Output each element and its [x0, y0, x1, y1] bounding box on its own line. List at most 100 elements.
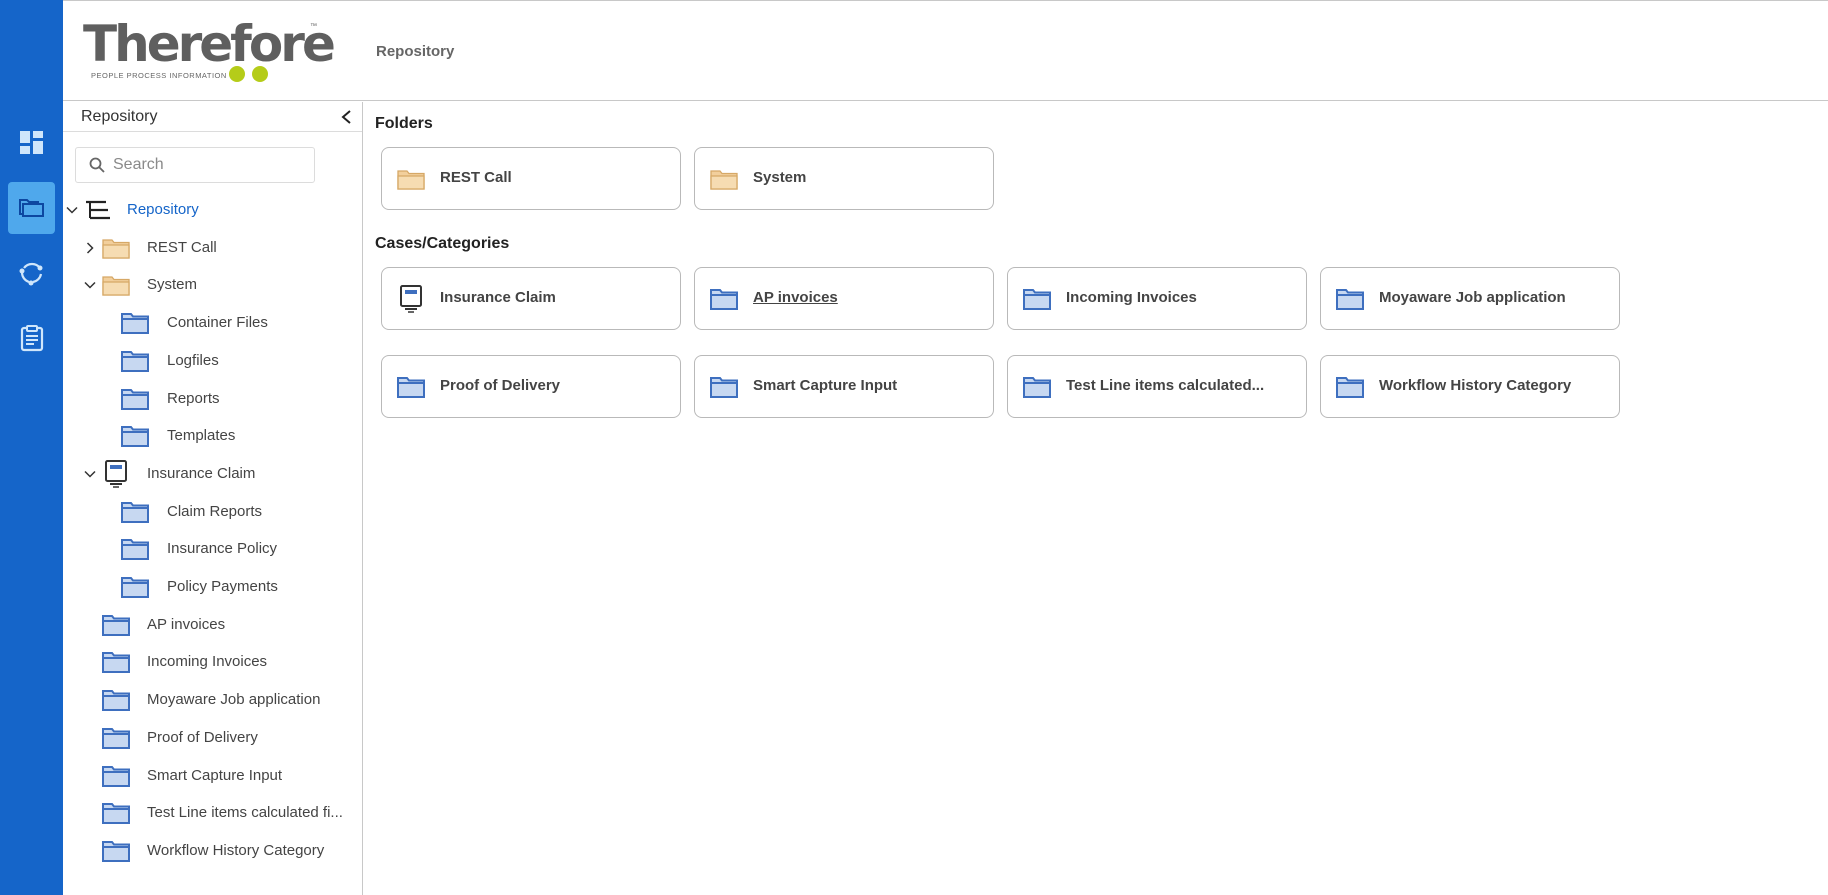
tree-node-label: Proof of Delivery: [147, 728, 258, 746]
tree-node-container-files[interactable]: Container Files: [63, 308, 361, 338]
folder-card[interactable]: REST Call: [381, 147, 681, 210]
tree-node-moyaware-job-application[interactable]: Moyaware Job application: [63, 685, 361, 715]
category-icon: [102, 727, 130, 749]
expand-toggle[interactable]: [83, 278, 97, 292]
folder-icon: [102, 276, 130, 297]
tree-node-label: System: [147, 276, 198, 294]
tree-node-icon: [101, 612, 131, 638]
repository-tree-icon: [86, 200, 110, 220]
tree-node-label: Moyaware Job application: [147, 691, 321, 709]
category-card[interactable]: Proof of Delivery: [381, 355, 681, 418]
tree-node-label: Incoming Invoices: [147, 653, 268, 671]
tree-node-icon: [101, 649, 131, 675]
tree-node-logfiles[interactable]: Logfiles: [63, 346, 361, 376]
category-card-icon: [709, 284, 739, 314]
category-card-label: Incoming Invoices: [1066, 289, 1197, 306]
tree-node-reports[interactable]: Reports: [63, 384, 361, 414]
expand-toggle[interactable]: [65, 203, 79, 217]
category-card-icon: [1335, 372, 1365, 402]
case-icon: [400, 285, 422, 313]
tree-node-policy-payments[interactable]: Policy Payments: [63, 572, 361, 602]
expand-toggle[interactable]: [83, 241, 97, 255]
tree-node-label: Smart Capture Input: [147, 766, 283, 784]
tree-node-icon: [101, 235, 131, 261]
category-icon: [102, 614, 130, 636]
sidebar-title: Repository: [81, 108, 158, 125]
repository-sidebar: Repository Repository REST Call System Cont…: [63, 102, 363, 895]
category-icon: [102, 690, 130, 712]
repository-button[interactable]: [8, 182, 55, 234]
therefore-logo[interactable]: Therefore ™ PEOPLE PROCESS INFORMATION: [83, 15, 336, 85]
category-icon: [710, 289, 738, 310]
category-card[interactable]: AP invoices: [694, 267, 994, 330]
tree-node-icon: [120, 536, 150, 562]
tree-node-icon: [101, 725, 131, 751]
category-card-label: Workflow History Category: [1379, 377, 1572, 394]
category-card-icon: [396, 372, 426, 402]
category-icon: [121, 313, 149, 335]
category-icon: [1023, 377, 1051, 398]
tree-node-incoming-invoices[interactable]: Incoming Invoices: [63, 647, 361, 677]
categories-heading: Cases/Categories: [375, 235, 510, 252]
category-icon: [121, 426, 149, 448]
category-card-label: Proof of Delivery: [440, 377, 561, 394]
search-input[interactable]: [113, 156, 303, 174]
tree-node-workflow-history-category[interactable]: Workflow History Category: [63, 836, 361, 866]
category-icon: [102, 765, 130, 787]
logo-trademark: ™: [310, 23, 317, 30]
tree-node-insurance-claim[interactable]: Insurance Claim: [63, 459, 361, 489]
logo-tagline: PEOPLE PROCESS INFORMATION: [91, 71, 227, 80]
tasks-button[interactable]: [8, 312, 55, 364]
tree-node-icon: [101, 272, 131, 298]
tree-node-label: Test Line items calculated fi...: [147, 804, 343, 822]
category-icon: [1336, 377, 1364, 398]
tree-node-rest-call[interactable]: REST Call: [63, 233, 361, 263]
category-card[interactable]: Smart Capture Input: [694, 355, 994, 418]
tree-node-insurance-policy[interactable]: Insurance Policy: [63, 534, 361, 564]
header: Therefore ™ PEOPLE PROCESS INFORMATION R…: [63, 1, 1828, 101]
tree-node-icon: [120, 310, 150, 336]
category-card[interactable]: Moyaware Job application: [1320, 267, 1620, 330]
workflow-button[interactable]: [8, 247, 55, 299]
tree-node-claim-reports[interactable]: Claim Reports: [63, 497, 361, 527]
tree-node-system[interactable]: System: [63, 270, 361, 300]
workflow-icon: [19, 262, 42, 286]
chevron-right-icon: [86, 242, 94, 254]
category-card[interactable]: Incoming Invoices: [1007, 267, 1307, 330]
tree-node-templates[interactable]: Templates: [63, 421, 361, 451]
tree-node-icon: [120, 574, 150, 600]
tree-node-label: Templates: [167, 427, 236, 445]
chevron-left-icon: [341, 110, 351, 124]
logo-dot: [229, 66, 245, 82]
category-card[interactable]: Test Line items calculated...: [1007, 355, 1307, 418]
sidebar-header: Repository: [63, 102, 362, 132]
search-box[interactable]: [75, 147, 315, 183]
logo-wordmark: Therefore: [83, 15, 336, 73]
dashboard-icon: [19, 131, 43, 154]
expand-toggle[interactable]: [83, 467, 97, 481]
page-title: Repository: [376, 43, 455, 60]
tree-node-test-line-items[interactable]: Test Line items calculated fi...: [63, 798, 361, 828]
tree-node-icon: [101, 459, 131, 488]
collapse-sidebar-button[interactable]: [334, 104, 360, 130]
tree-node-repository[interactable]: Repository: [63, 195, 361, 225]
tree-node-label: Workflow History Category: [147, 841, 325, 859]
folder-card[interactable]: System: [694, 147, 994, 210]
tree-node-proof-of-delivery[interactable]: Proof of Delivery: [63, 723, 361, 753]
case-icon: [105, 459, 127, 488]
search-icon: [89, 157, 105, 173]
folder-card-label: REST Call: [440, 169, 512, 186]
tree-node-icon: [120, 423, 150, 449]
tree-node-ap-invoices[interactable]: AP invoices: [63, 610, 361, 640]
category-icon: [102, 652, 130, 674]
category-icon: [102, 840, 130, 862]
chevron-down-icon: [84, 282, 96, 289]
chevron-down-icon: [66, 206, 78, 214]
dashboard-button[interactable]: [8, 117, 55, 169]
tree-node-label: AP invoices: [147, 615, 226, 633]
category-card-icon: [1022, 284, 1052, 314]
category-card[interactable]: Insurance Claim: [381, 267, 681, 330]
category-icon: [397, 377, 425, 398]
tree-node-smart-capture-input[interactable]: Smart Capture Input: [63, 761, 361, 791]
category-card[interactable]: Workflow History Category: [1320, 355, 1620, 418]
